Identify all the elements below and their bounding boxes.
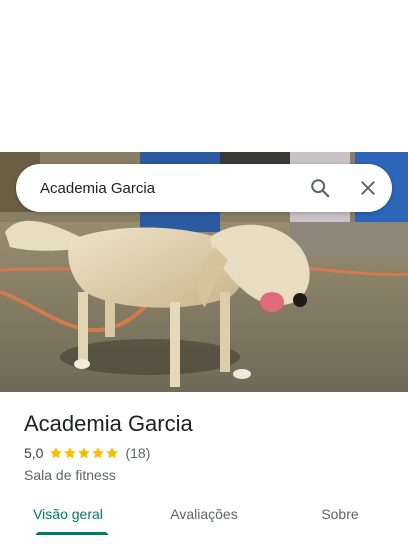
- search-bar[interactable]: Academia Garcia: [16, 164, 392, 212]
- map-area[interactable]: [0, 0, 408, 152]
- star-icon: [50, 447, 63, 459]
- review-count[interactable]: (18): [125, 445, 150, 461]
- tab-about[interactable]: Sobre: [272, 492, 408, 544]
- star-icon: [78, 447, 91, 459]
- star-icon: [64, 447, 77, 459]
- tab-bar: Visão geral Avaliações Sobre: [0, 492, 408, 544]
- place-category[interactable]: Sala de fitness: [24, 467, 384, 483]
- star-icon: [106, 447, 119, 459]
- tab-reviews[interactable]: Avaliações: [136, 492, 272, 544]
- tab-overview-label: Visão geral: [33, 506, 103, 522]
- star-icon: [92, 447, 105, 459]
- search-input[interactable]: Academia Garcia: [40, 180, 296, 197]
- active-tab-indicator: [36, 532, 108, 535]
- place-page: Academia Garcia Academia Garcia 5,0 (18)…: [0, 0, 408, 544]
- close-icon[interactable]: [344, 164, 392, 212]
- search-icon[interactable]: [296, 164, 344, 212]
- tab-overview[interactable]: Visão geral: [0, 492, 136, 544]
- rating-value: 5,0: [24, 445, 44, 461]
- place-title: Academia Garcia: [24, 411, 193, 436]
- star-rating: [49, 446, 119, 460]
- rating-row[interactable]: 5,0 (18): [24, 444, 384, 462]
- place-info: Academia Garcia 5,0 (18) Sala de fitness: [0, 392, 408, 483]
- tab-reviews-label: Avaliações: [170, 506, 238, 522]
- tab-about-label: Sobre: [321, 506, 359, 522]
